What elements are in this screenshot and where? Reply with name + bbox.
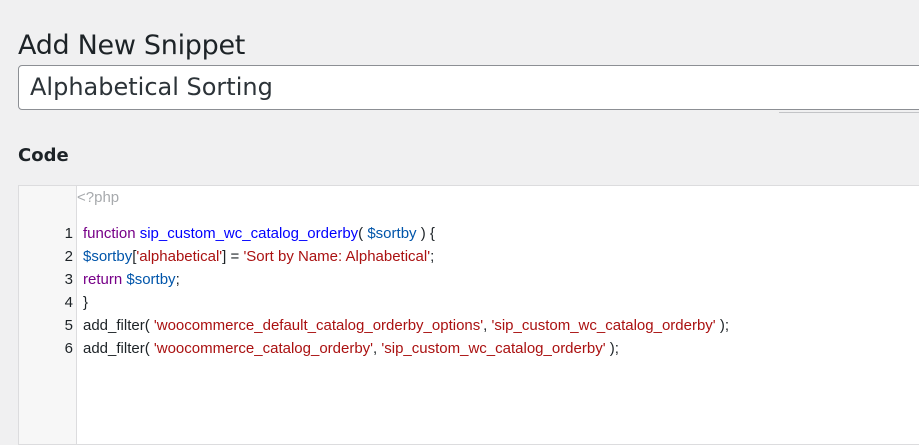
line-number: 1: [64, 225, 73, 242]
code-token: }: [83, 294, 89, 311]
line-code-text: add_filter( 'woocommerce_catalog_orderby…: [83, 338, 619, 360]
line-code-text: return $sortby;: [83, 269, 180, 291]
code-token: ;: [430, 248, 435, 265]
code-token: );: [715, 317, 730, 334]
line-code-text: }: [83, 292, 88, 314]
line-number: 6: [64, 340, 73, 357]
code-token: 'Sort by Name: Alphabetical': [243, 248, 431, 265]
line-code-text: $sortby['alphabetical'] = 'Sort by Name:…: [83, 246, 434, 268]
code-token: add_filter(: [83, 340, 154, 357]
php-open-tag: <?php: [77, 189, 120, 206]
code-token: $sortby: [367, 225, 417, 242]
code-token: $sortby: [83, 248, 133, 265]
code-token: ;: [175, 271, 180, 288]
code-token: 'sip_custom_wc_catalog_orderby': [491, 317, 716, 334]
line-number: 3: [64, 271, 73, 288]
code-token: $sortby: [126, 271, 176, 288]
code-token: ] =: [222, 248, 244, 265]
code-token: function: [83, 225, 136, 242]
code-token: 'alphabetical': [136, 248, 223, 265]
line-number: 4: [64, 294, 73, 311]
code-token: (: [358, 225, 368, 242]
code-token: 'woocommerce_default_catalog_orderby_opt…: [153, 317, 484, 334]
line-number: 2: [64, 248, 73, 265]
code-token: return: [83, 271, 123, 288]
snippet-title-input[interactable]: Alphabetical Sorting: [18, 65, 919, 110]
code-token: 'sip_custom_wc_catalog_orderby': [381, 340, 606, 357]
line-code-text: add_filter( 'woocommerce_default_catalog…: [83, 315, 729, 337]
code-token: 'woocommerce_catalog_orderby': [153, 340, 374, 357]
code-token: add_filter(: [83, 317, 154, 334]
title-divider: [779, 112, 919, 113]
line-code-text: function sip_custom_wc_catalog_orderby( …: [83, 223, 435, 245]
code-token: );: [605, 340, 619, 357]
code-token: ) {: [416, 225, 435, 242]
line-number: 5: [64, 317, 73, 334]
code-editor[interactable]: <?php 1 function sip_custom_wc_catalog_or…: [18, 185, 919, 445]
page-title: Add New Snippet: [18, 30, 246, 62]
code-token: sip_custom_wc_catalog_orderby: [139, 225, 359, 242]
code-section-label: Code: [18, 145, 69, 166]
